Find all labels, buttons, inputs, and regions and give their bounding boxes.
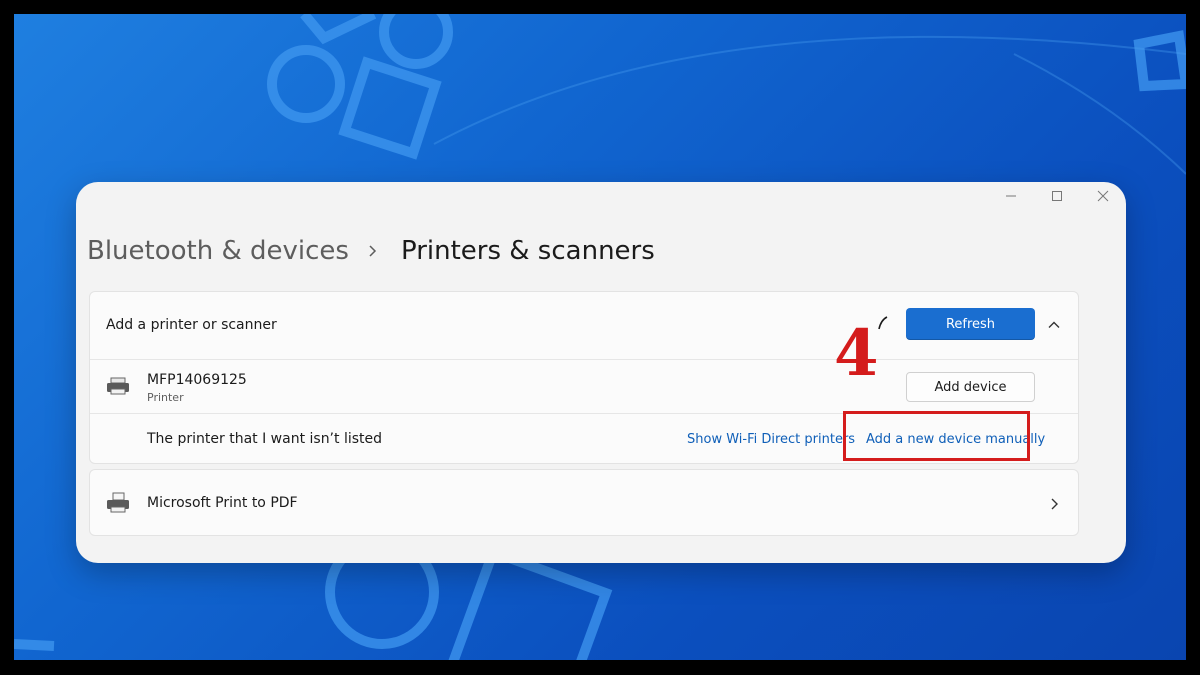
close-icon (1097, 190, 1109, 202)
minimize-icon (1006, 195, 1016, 197)
maximize-icon (1052, 191, 1062, 201)
page-title: Printers & scanners (400, 236, 655, 266)
add-device-button[interactable]: Add device (906, 372, 1035, 402)
maximize-button[interactable] (1034, 182, 1080, 210)
not-listed-label: The printer that I want isn’t listed (147, 431, 383, 447)
printer-icon (107, 492, 129, 513)
add-printer-label: Add a printer or scanner (106, 317, 277, 333)
device-name: Microsoft Print to PDF (147, 495, 298, 511)
chevron-right-icon (369, 245, 377, 257)
close-button[interactable] (1080, 182, 1126, 210)
settings-window: Bluetooth & devices Printers & scanners … (76, 182, 1126, 563)
chevron-right-icon (1051, 498, 1058, 510)
printer-type: Printer (147, 391, 184, 404)
step-number-annotation: 4 (834, 316, 879, 391)
breadcrumb-parent[interactable]: Bluetooth & devices (87, 236, 349, 266)
found-printer-row: MFP14069125 Printer Add device (90, 359, 1078, 412)
refresh-button[interactable]: Refresh (906, 308, 1035, 340)
add-printer-card: Add a printer or scanner Refresh MFP1406… (89, 291, 1079, 464)
printer-not-listed-row: The printer that I want isn’t listed Sho… (90, 413, 1078, 464)
window-controls (988, 182, 1126, 210)
add-device-manually-link[interactable]: Add a new device manually (866, 432, 1045, 447)
chevron-up-icon[interactable] (1047, 318, 1061, 332)
printer-name: MFP14069125 (147, 372, 247, 388)
printer-icon (107, 377, 129, 395)
breadcrumb: Bluetooth & devices Printers & scanners (87, 236, 655, 266)
screenshot-frame: Bluetooth & devices Printers & scanners … (14, 14, 1186, 660)
show-wifi-direct-link[interactable]: Show Wi-Fi Direct printers (687, 432, 855, 447)
minimize-button[interactable] (988, 182, 1034, 210)
add-printer-header[interactable]: Add a printer or scanner Refresh (90, 292, 1078, 358)
cursor-mark (878, 316, 888, 330)
device-row-print-to-pdf[interactable]: Microsoft Print to PDF (89, 469, 1079, 536)
